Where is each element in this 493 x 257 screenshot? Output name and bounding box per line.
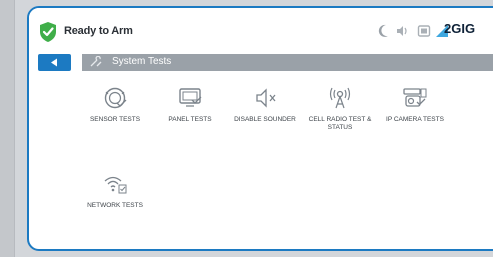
network-tests-tile[interactable]: NETWORK TESTS	[75, 172, 155, 210]
back-arrow-icon	[51, 58, 57, 67]
panel-tests-tile[interactable]: PANEL TESTS	[150, 86, 230, 124]
tile-label: IP CAMERA TESTS	[386, 116, 444, 123]
sensor-tests-tile[interactable]: SENSOR TESTS	[75, 86, 155, 124]
volume-icon[interactable]	[395, 22, 409, 40]
status-bar: Ready to Arm 2GIG	[29, 8, 493, 51]
panel-screen: Ready to Arm 2GIG System Tests SENSOR TE…	[27, 6, 493, 251]
device-bezel	[0, 0, 15, 257]
tile-label: SENSOR TESTS	[89, 116, 141, 123]
moon-icon[interactable]	[378, 22, 390, 40]
speaker-mute-icon	[256, 88, 276, 108]
panel-test-icon	[179, 88, 202, 107]
ip-camera-tests-tile[interactable]: IP CAMERA TESTS	[375, 86, 455, 124]
disable-sounder-tile[interactable]: DISABLE SOUNDER	[225, 86, 305, 124]
tile-label: PANEL TESTS	[168, 116, 212, 123]
device-frame: Ready to Arm 2GIG System Tests SENSOR TE…	[0, 0, 493, 257]
network-icon	[104, 176, 127, 194]
ip-camera-icon	[403, 88, 427, 107]
screen-icon[interactable]	[417, 22, 431, 40]
arm-status-text: Ready to Arm	[64, 25, 133, 37]
tile-label: NETWORK TESTS	[87, 202, 143, 209]
brand-logo: 2GIG	[444, 21, 476, 36]
breadcrumb: System Tests	[82, 54, 493, 71]
cell-radio-tile[interactable]: CELL RADIO TEST & STATUS	[300, 86, 380, 132]
sensor-test-icon	[104, 87, 127, 109]
tools-icon	[90, 56, 102, 67]
page-title: System Tests	[112, 56, 172, 67]
cell-radio-icon	[329, 87, 351, 109]
back-button[interactable]	[38, 54, 71, 71]
shield-check-icon	[40, 22, 56, 42]
page-header: System Tests	[29, 54, 493, 74]
tile-label: DISABLE SOUNDER	[234, 116, 296, 123]
tile-label: CELL RADIO TEST & STATUS	[308, 116, 372, 131]
